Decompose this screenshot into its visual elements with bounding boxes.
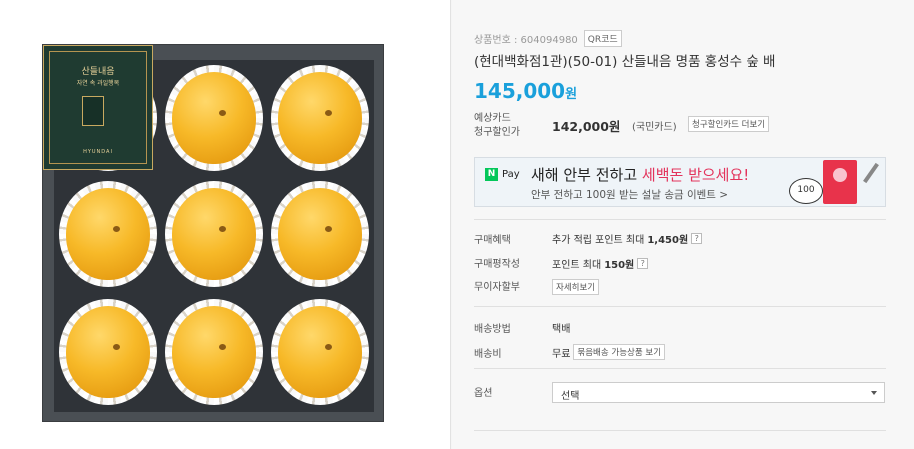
price-unit: 원	[565, 87, 578, 102]
brand-label-subtitle: 자연 속 과일행복	[76, 80, 120, 87]
product-title: (현대백화점1관)(50-01) 산들내음 명품 홍성수 숲 배	[474, 54, 776, 70]
pear	[269, 178, 371, 290]
review-point-value: 포인트 최대 150원 ?	[552, 256, 649, 271]
qr-code-button[interactable]: QR코드	[583, 30, 622, 47]
product-id-row: 상품번호 : 604094980 QR코드	[474, 30, 622, 47]
bundle-shipping-button[interactable]: 묶음배송 가능상품 보기	[573, 344, 666, 360]
divider	[474, 368, 886, 369]
help-icon[interactable]: ?	[637, 258, 649, 269]
red-envelope-icon	[823, 160, 857, 204]
price-amount: 145,000	[474, 79, 566, 103]
npay-icon: N	[485, 168, 498, 181]
pear	[163, 178, 265, 290]
installment-label: 무이자할부	[474, 282, 520, 293]
pear	[57, 178, 159, 290]
pear	[163, 62, 265, 174]
card-discount-price: 142,000원	[552, 119, 621, 134]
shipping-fee-value: 무료 묶음배송 가능상품 보기	[552, 344, 666, 360]
pear	[57, 296, 159, 408]
divider	[474, 306, 886, 307]
option-label: 옵션	[474, 388, 493, 399]
product-price: 145,000원	[474, 79, 577, 103]
shipping-method-label: 배송방법	[474, 324, 511, 335]
product-image-panel: 산들내음 자연 속 과일행복 HYUNDAI	[0, 0, 451, 449]
banner-subtext: 안부 전하고 100원 받는 설날 송금 이벤트 >	[531, 189, 729, 201]
option-select[interactable]: 선택	[552, 382, 885, 403]
pear	[269, 62, 371, 174]
brand-label-card: 산들내음 자연 속 과일행복 HYUNDAI	[43, 45, 153, 170]
purchase-benefit-label: 구매혜택	[474, 235, 511, 246]
installment-detail-button[interactable]: 자세히보기	[552, 279, 600, 295]
installment-value: 자세히보기	[552, 279, 600, 295]
product-id: 상품번호 : 604094980	[474, 35, 578, 46]
card-discount-label: 예상카드 청구할인가	[474, 113, 520, 138]
npay-logo: N Pay	[485, 168, 520, 181]
card-name: (국민카드)	[632, 122, 677, 133]
review-point-label: 구매평작성	[474, 259, 520, 270]
brand-label-brand: HYUNDAI	[83, 149, 113, 155]
help-icon[interactable]: ?	[691, 233, 703, 244]
brand-label-title: 산들내음	[81, 67, 115, 77]
chevron-down-icon	[871, 391, 877, 395]
pear	[163, 296, 265, 408]
pear	[269, 296, 371, 408]
product-info-panel: 상품번호 : 604094980 QR코드 (현대백화점1관)(50-01) 산…	[452, 0, 914, 449]
coin-icon: 100	[789, 178, 823, 204]
divider	[474, 430, 886, 431]
seal-icon	[82, 96, 104, 126]
purchase-benefit-value: 추가 적립 포인트 최대 1,450원 ?	[552, 231, 703, 246]
shipping-fee-label: 배송비	[474, 349, 502, 360]
npay-event-banner[interactable]: N Pay 새해 안부 전하고 세백돈 받으세요! 안부 전하고 100원 받는…	[474, 157, 886, 207]
shipping-method-value: 택배	[552, 324, 571, 335]
more-cards-button[interactable]: 청구할인카드 더보기	[688, 116, 770, 132]
option-select-value: 선택	[561, 391, 580, 402]
divider	[474, 219, 886, 220]
banner-headline: 새해 안부 전하고 세백돈 받으세요!	[531, 166, 750, 184]
spoon-icon	[863, 162, 879, 184]
product-image[interactable]: 산들내음 자연 속 과일행복 HYUNDAI	[42, 44, 384, 422]
